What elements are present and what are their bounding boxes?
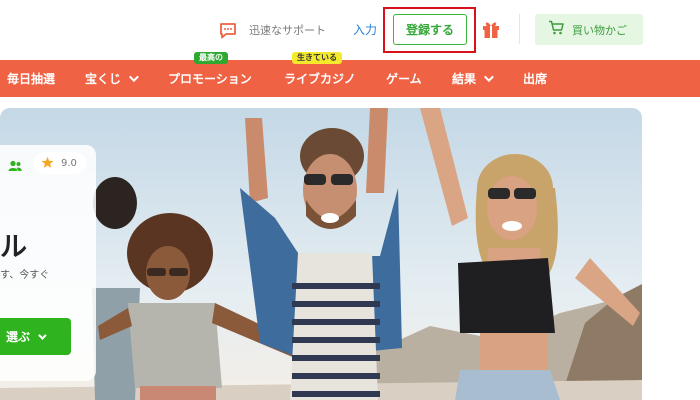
- hero-banner[interactable]: [0, 108, 642, 400]
- promo-card[interactable]: 9.0 ル す、今すぐ 選ぶ: [0, 145, 96, 381]
- nav-item-live-casino[interactable]: ライブカジノ: [284, 60, 356, 97]
- nav-badge-best: 最高の: [194, 52, 228, 64]
- register-button[interactable]: 登録する: [393, 14, 467, 45]
- main-nav: 毎日抽選 宝くじ プロモーション 最高の ライブカジノ 生きている ゲーム 結果…: [0, 52, 700, 97]
- nav-item-label: 毎日抽選: [7, 72, 56, 86]
- rating-chip: 9.0: [34, 152, 86, 174]
- rating-value: 9.0: [61, 157, 77, 169]
- users-icon: [8, 157, 22, 171]
- promo-card-select-button[interactable]: 選ぶ: [0, 318, 71, 355]
- nav-item-attendance[interactable]: 出席: [523, 60, 547, 97]
- nav-item-games[interactable]: ゲーム: [386, 60, 422, 97]
- cart-button[interactable]: 買い物かご: [535, 14, 643, 45]
- support-link[interactable]: 迅速なサポート: [219, 19, 326, 41]
- star-icon: [41, 154, 54, 173]
- nav-item-label: 宝くじ: [85, 72, 122, 86]
- gift-icon[interactable]: [481, 19, 501, 39]
- chevron-down-icon: [38, 330, 47, 340]
- promo-card-button-label: 選ぶ: [6, 330, 31, 344]
- login-link[interactable]: 入力: [353, 21, 377, 38]
- nav-item-label: ライブカジノ: [284, 72, 356, 86]
- promo-card-title: ル: [0, 232, 27, 263]
- nav-item-daily-draw[interactable]: 毎日抽選: [7, 60, 55, 97]
- chat-bubble-icon: [219, 22, 237, 39]
- header-divider: [519, 14, 520, 44]
- nav-item-promotions[interactable]: プロモーション: [168, 60, 252, 97]
- cart-label: 買い物かご: [572, 23, 627, 37]
- nav-badge-live: 生きている: [292, 52, 342, 64]
- nav-item-label: 結果: [452, 72, 477, 86]
- nav-item-label: ゲーム: [386, 72, 422, 86]
- nav-item-lottery[interactable]: 宝くじ: [85, 60, 139, 97]
- chevron-down-icon: [128, 72, 139, 83]
- nav-item-results[interactable]: 結果: [452, 60, 494, 97]
- nav-item-label: プロモーション: [168, 72, 252, 86]
- site-header: 迅速なサポート 入力 登録する 買い物かご: [0, 0, 700, 60]
- promo-card-subtitle: す、今すぐ: [0, 270, 50, 281]
- support-label: 迅速なサポート: [249, 24, 326, 37]
- shopping-cart-icon: [548, 20, 564, 39]
- chevron-down-icon: [483, 72, 494, 83]
- hero-photo: [0, 108, 642, 400]
- nav-item-label: 出席: [523, 72, 548, 86]
